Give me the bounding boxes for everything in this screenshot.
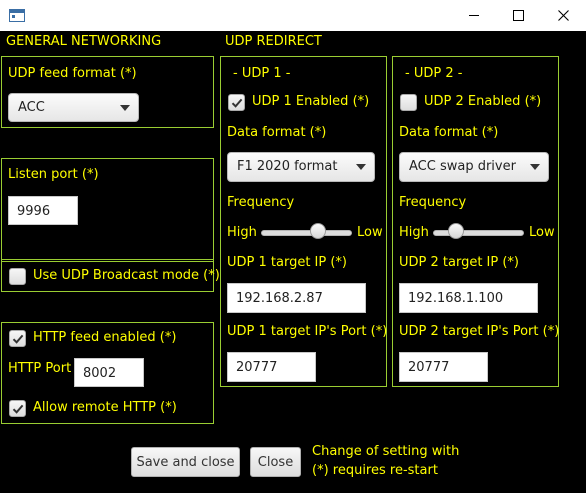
udp2-target-port-label: UDP 2 target IP's Port (*) [399, 324, 560, 339]
udp1-target-port-value: 20777 [236, 360, 278, 375]
udp1-title: - UDP 1 - [233, 66, 291, 81]
settings-panel: GENERAL NETWORKING UDP feed format (*) A… [0, 31, 586, 493]
http-group: HTTP feed enabled (*) HTTP Port 8002 All… [1, 322, 214, 424]
http-port-value: 8002 [83, 366, 117, 381]
udp1-data-format-value: F1 2020 format [237, 159, 338, 174]
udp1-frequency-slider[interactable] [261, 222, 352, 242]
http-port-label: HTTP Port [8, 361, 72, 376]
title-bar [0, 0, 586, 31]
broadcast-group: Use UDP Broadcast mode (*) [1, 259, 220, 292]
http-feed-label: HTTP feed enabled (*) [33, 330, 177, 345]
udp1-enabled-label: UDP 1 Enabled (*) [252, 94, 370, 109]
udp2-target-ip-field[interactable]: 192.168.1.100 [399, 283, 538, 313]
restart-note-line1: Change of setting with [312, 444, 460, 459]
udp2-title: - UDP 2 - [405, 66, 463, 81]
udp2-data-format-label: Data format (*) [399, 125, 499, 140]
udp-feed-format-group: UDP feed format (*) ACC [1, 56, 214, 128]
slider-track [433, 230, 524, 236]
close-button[interactable]: Close [250, 447, 301, 477]
listen-port-value: 9996 [17, 204, 51, 219]
slider-thumb[interactable] [447, 223, 464, 239]
udp1-target-ip-label: UDP 1 target IP (*) [227, 255, 348, 270]
checkmark-icon [12, 404, 24, 414]
allow-remote-http-label: Allow remote HTTP (*) [33, 400, 177, 415]
udp2-target-port-value: 20777 [408, 360, 450, 375]
maximize-button[interactable] [496, 0, 541, 31]
udp2-target-port-field[interactable]: 20777 [399, 352, 488, 382]
udp2-group: - UDP 2 - UDP 2 Enabled (*) Data format … [392, 56, 559, 387]
udp-feed-format-value: ACC [18, 100, 45, 115]
restart-note-line2: (*) requires re-start [312, 463, 438, 478]
http-feed-checkbox[interactable] [9, 330, 26, 347]
udp1-enabled-checkbox[interactable] [228, 94, 245, 111]
udp2-frequency-label: Frequency [399, 195, 467, 210]
udp1-group: - UDP 1 - UDP 1 Enabled (*) Data format … [220, 56, 387, 387]
minimize-icon [468, 15, 479, 16]
udp2-enabled-checkbox[interactable] [400, 94, 417, 111]
slider-track [261, 230, 352, 236]
udp2-target-ip-value: 192.168.1.100 [408, 291, 504, 306]
app-window-icon [9, 9, 25, 22]
http-port-field[interactable]: 8002 [74, 358, 144, 387]
minimize-button[interactable] [451, 0, 496, 31]
broadcast-label: Use UDP Broadcast mode (*) [33, 268, 220, 283]
chevron-down-icon [356, 164, 366, 170]
chevron-down-icon [120, 105, 130, 111]
udp1-target-port-field[interactable]: 20777 [227, 352, 316, 382]
udp-feed-format-select[interactable]: ACC [8, 93, 139, 122]
udp1-frequency-label: Frequency [227, 195, 295, 210]
udp1-target-port-label: UDP 1 target IP's Port (*) [227, 324, 388, 339]
general-networking-heading: GENERAL NETWORKING [6, 34, 162, 49]
udp2-data-format-select[interactable]: ACC swap driver [399, 152, 549, 182]
udp2-frequency-slider[interactable] [433, 222, 524, 242]
checkmark-icon [231, 98, 243, 108]
udp1-target-ip-value: 192.168.2.87 [236, 291, 323, 306]
slider-thumb[interactable] [310, 223, 327, 239]
udp2-data-format-value: ACC swap driver [409, 159, 516, 174]
udp2-target-ip-label: UDP 2 target IP (*) [399, 255, 520, 270]
udp1-target-ip-field[interactable]: 192.168.2.87 [227, 283, 366, 313]
save-and-close-button[interactable]: Save and close [131, 447, 240, 477]
allow-remote-http-checkbox[interactable] [9, 400, 26, 417]
udp2-low-label: Low [529, 225, 555, 240]
listen-port-group: Listen port (*) 9996 [1, 158, 214, 262]
udp1-high-label: High [227, 225, 257, 240]
close-icon [558, 10, 569, 21]
udp1-low-label: Low [357, 225, 383, 240]
close-window-button[interactable] [541, 0, 586, 31]
udp1-data-format-label: Data format (*) [227, 125, 327, 140]
broadcast-checkbox[interactable] [9, 268, 26, 285]
checkmark-icon [12, 334, 24, 344]
listen-port-field[interactable]: 9996 [8, 196, 78, 225]
udp1-data-format-select[interactable]: F1 2020 format [227, 152, 375, 182]
udp-redirect-heading: UDP REDIRECT [225, 34, 322, 49]
listen-port-label: Listen port (*) [8, 167, 99, 182]
maximize-icon [513, 10, 524, 21]
udp-feed-format-label: UDP feed format (*) [8, 66, 137, 81]
udp2-enabled-label: UDP 2 Enabled (*) [424, 94, 542, 109]
chevron-down-icon [530, 164, 540, 170]
udp2-high-label: High [399, 225, 429, 240]
